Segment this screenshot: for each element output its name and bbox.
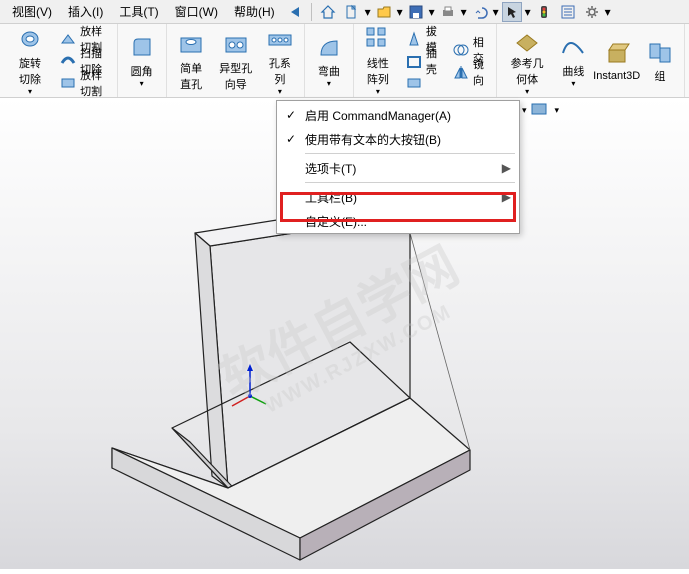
hole-wizard-button[interactable]: 异型孔向导 <box>212 28 260 94</box>
dropdown-icon[interactable]: ▾ <box>524 2 532 22</box>
pattern-icon <box>364 25 392 53</box>
new-icon[interactable] <box>342 2 362 22</box>
chevron-down-icon: ▾ <box>327 79 331 88</box>
shell-icon <box>406 53 422 69</box>
traffic-light-icon[interactable] <box>534 2 554 22</box>
instant3d-button[interactable]: Instant3D <box>593 38 640 84</box>
gear-icon[interactable] <box>582 2 602 22</box>
ribbon-group-cut: 旋转切除 ▾ 放样切割 扫描切除 放样切割 <box>4 24 118 97</box>
label: 旋转切除 <box>14 55 46 87</box>
checkmark-icon: ✓ <box>281 108 301 122</box>
chevron-down-icon[interactable]: ▾ <box>522 105 527 116</box>
menu-view[interactable]: 视图(V) <box>4 1 60 22</box>
dropdown-icon[interactable]: ▾ <box>364 2 372 22</box>
intersect-icon <box>453 42 469 58</box>
sweep-icon <box>60 53 76 69</box>
menu-window[interactable]: 窗口(W) <box>167 1 226 22</box>
ribbon-group-holes: 简单直孔 异型孔向导 孔系列 ▾ <box>167 24 305 97</box>
menu-enable-commandmanager[interactable]: ✓ 启用 CommandManager(A) <box>277 103 519 127</box>
curves-icon <box>559 33 587 61</box>
dropdown-icon[interactable]: ▾ <box>604 2 612 22</box>
bend-button[interactable]: 弯曲 ▾ <box>309 31 349 90</box>
pin-icon[interactable] <box>285 2 305 22</box>
checkmark-icon: ✓ <box>281 132 301 146</box>
menu-help[interactable]: 帮助(H) <box>226 1 283 22</box>
dropdown-icon[interactable]: ▾ <box>460 2 468 22</box>
combine-icon <box>646 38 674 66</box>
hole-series-button[interactable]: 孔系列 ▾ <box>260 23 300 98</box>
submenu-arrow-icon: ▶ <box>499 161 511 175</box>
chevron-down-icon: ▾ <box>571 79 575 88</box>
combine-button[interactable]: 组 <box>640 36 680 86</box>
ribbon-group-fillet: 圆角 ▾ <box>118 24 167 97</box>
chevron-down-icon[interactable]: ▾ <box>554 105 559 116</box>
select-icon[interactable] <box>502 2 522 22</box>
chevron-down-icon: ▾ <box>28 87 32 96</box>
menubar: 视图(V) 插入(I) 工具(T) 窗口(W) 帮助(H) ▾ ▾ ▾ ▾ ▾ … <box>0 0 689 24</box>
dropdown-icon[interactable]: ▾ <box>492 2 500 22</box>
reference-geometry-button[interactable]: 参考几何体 ▾ <box>501 23 553 98</box>
menu-toolbars[interactable]: 工具栏(B) ▶ <box>277 185 519 209</box>
menu-tools[interactable]: 工具(T) <box>111 1 166 22</box>
print-icon[interactable] <box>438 2 458 22</box>
menu-customize[interactable]: 自定义(E)... <box>277 209 519 233</box>
revolved-cut-button[interactable]: 旋转切除 ▾ <box>8 23 52 98</box>
chevron-down-icon: ▾ <box>525 87 529 96</box>
boundary-icon <box>60 75 76 91</box>
boundary-cut-button[interactable]: 放样切割 <box>56 72 109 94</box>
separator <box>305 153 515 154</box>
hole-series-icon <box>266 25 294 53</box>
fillet-icon <box>128 33 156 61</box>
dropdown-icon[interactable]: ▾ <box>428 2 436 22</box>
undo-icon[interactable] <box>470 2 490 22</box>
instant3d-icon <box>603 40 631 68</box>
fillet-button[interactable]: 圆角 ▾ <box>122 31 162 90</box>
menu-insert[interactable]: 插入(I) <box>60 1 111 22</box>
loft-icon <box>60 31 76 47</box>
menu-tabs[interactable]: 选项卡(T) ▶ <box>277 156 519 180</box>
ribbon-group-ref: 参考几何体 ▾ 曲线 ▾ Instant3D 组 <box>497 24 685 97</box>
separator <box>305 182 515 183</box>
dropdown-icon[interactable]: ▾ <box>396 2 404 22</box>
menu-large-buttons[interactable]: ✓ 使用带有文本的大按钮(B) <box>277 127 519 151</box>
ribbon-group-bend: 弯曲 ▾ <box>305 24 354 97</box>
list-icon[interactable] <box>558 2 578 22</box>
revolved-cut-icon <box>16 25 44 53</box>
chevron-down-icon: ▾ <box>140 79 144 88</box>
draft-icon <box>406 31 422 47</box>
shell-button[interactable]: 抽壳 <box>402 50 441 72</box>
hole-wizard-icon <box>222 30 250 58</box>
submenu-arrow-icon: ▶ <box>499 190 511 204</box>
chevron-down-icon: ▾ <box>376 87 380 96</box>
bend-icon <box>315 33 343 61</box>
open-icon[interactable] <box>374 2 394 22</box>
more-icon <box>406 75 422 91</box>
mirror-icon <box>453 64 469 80</box>
mirror-button[interactable]: 镜向 <box>449 61 488 83</box>
more-button[interactable] <box>402 72 441 94</box>
curves-button[interactable]: 曲线 ▾ <box>553 31 593 90</box>
home-icon[interactable] <box>318 2 338 22</box>
separator <box>311 3 312 21</box>
ribbon: 旋转切除 ▾ 放样切割 扫描切除 放样切割 圆角 ▾ 简单直孔 异型孔向导 孔系… <box>0 24 689 98</box>
screen-icon[interactable] <box>530 100 550 120</box>
context-menu: ✓ 启用 CommandManager(A) ✓ 使用带有文本的大按钮(B) 选… <box>276 100 520 234</box>
chevron-down-icon: ▾ <box>278 87 282 96</box>
ribbon-group-pattern: 线性阵列 ▾ 拔模 抽壳 相交 镜向 <box>354 24 497 97</box>
simple-hole-icon <box>177 30 205 58</box>
refgeo-icon <box>513 25 541 53</box>
linear-pattern-button[interactable]: 线性阵列 ▾ <box>358 23 398 98</box>
simple-hole-button[interactable]: 简单直孔 <box>171 28 212 94</box>
save-icon[interactable] <box>406 2 426 22</box>
